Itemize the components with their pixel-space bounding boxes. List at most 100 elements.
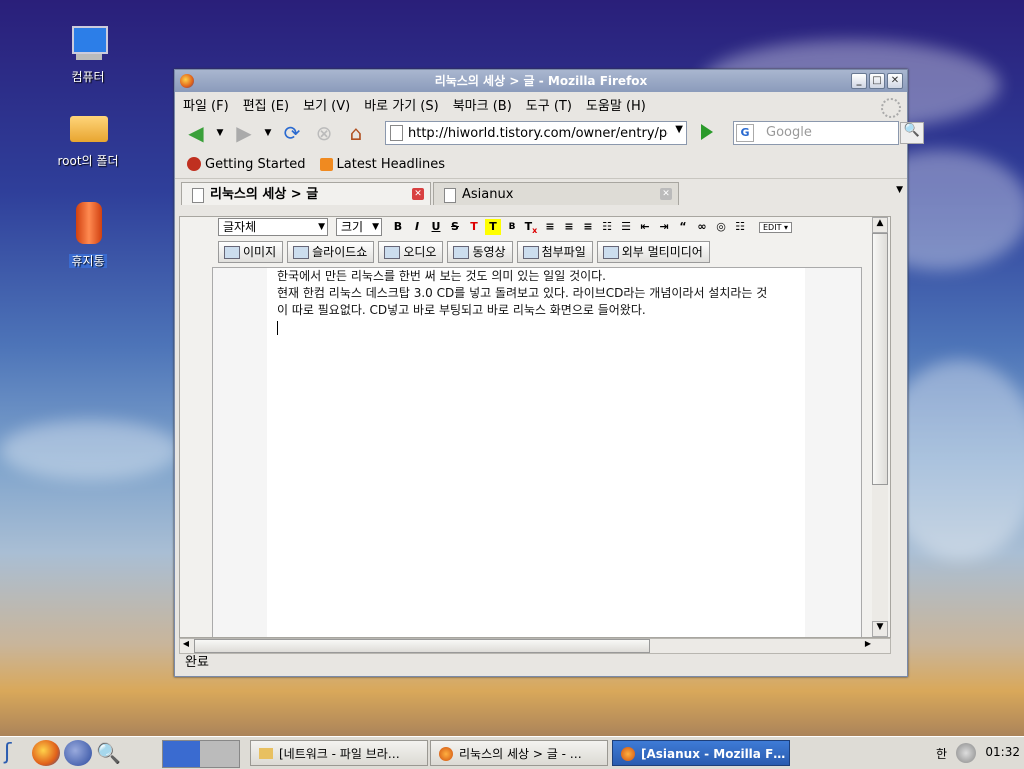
bookmark-latest-headlines[interactable]: Latest Headlines [319,156,446,172]
menu-view[interactable]: 보기 (V) [303,95,350,114]
underline-icon[interactable]: U [428,219,444,235]
tab-list-dropdown-icon[interactable]: ▼ [896,185,903,195]
url-dropdown-icon[interactable]: ▼ [675,124,683,135]
italic-icon[interactable]: I [409,219,425,235]
tab-label: 리눅스의 세상 > 글 [210,187,319,202]
workspace-switcher[interactable] [162,740,240,768]
align-right-icon[interactable]: ≡ [580,219,596,235]
highlight-color-icon[interactable]: T [485,219,501,235]
task-asianux[interactable]: [Asianux - Mozilla F… [612,740,790,766]
search-input[interactable]: G Google 🔍 [733,121,924,145]
ime-indicator[interactable]: 한 [936,745,947,762]
link-icon[interactable]: ∞ [694,219,710,235]
task-linux-world[interactable]: 리눅스의 세상 > 글 - … [430,740,608,766]
menu-edit[interactable]: 편집 (E) [243,95,289,114]
indent-icon[interactable]: ⇥ [656,219,672,235]
navigation-toolbar: ◀ ▼ ▶ ▼ ⟳ ⊗ ⌂ http://hiworld.tistory.com… [175,116,924,150]
volume-icon[interactable] [956,743,976,763]
align-left-icon[interactable]: ≡ [542,219,558,235]
vertical-scrollbar[interactable]: ▲ ▼ [872,217,888,637]
editor-line: 현재 한컴 리눅스 데스크탑 3.0 CD를 넣고 돌려보고 있다. 라이브CD… [277,286,768,300]
horizontal-scrollbar[interactable]: ◀ ▶ [179,638,891,654]
insert-video-button[interactable]: 동영상 [447,241,513,263]
button-label: 이미지 [243,245,277,259]
back-arrow-icon[interactable]: ◀ [183,120,209,146]
button-label: 오디오 [403,245,437,259]
forward-dropdown-icon[interactable]: ▼ [263,120,273,146]
home-icon[interactable]: ⌂ [343,120,369,146]
h-scroll-thumb[interactable] [194,639,650,653]
insert-audio-button[interactable]: 오디오 [378,241,444,263]
scroll-thumb[interactable] [872,233,888,485]
close-tab-icon[interactable]: ✕ [660,188,672,200]
font-size-select[interactable]: 크기 ▼ [336,218,382,236]
tab-linux-world[interactable]: 리눅스의 세상 > 글 ✕ [181,182,431,205]
window-titlebar[interactable]: 리눅스의 세상 > 글 - Mozilla Firefox _ □ ✕ [175,70,907,92]
scroll-right-arrow-icon[interactable]: ▶ [862,639,874,653]
clock[interactable]: 01:32 [985,745,1020,759]
menu-go[interactable]: 바로 가기 (S) [364,95,439,114]
image-icon [224,246,240,259]
insert-attachment-button[interactable]: 첨부파일 [516,241,593,263]
url-bar[interactable]: http://hiworld.tistory.com/owner/entry/p… [385,121,687,145]
go-arrow-icon[interactable] [701,124,713,140]
firefox-logo-icon [180,74,194,88]
computer-icon [66,24,110,64]
maximize-button[interactable]: □ [869,73,885,89]
bg-text-icon[interactable]: B [504,219,520,235]
taskbar: ʃ 🔍 [네트워크 - 파일 브라… 리눅스의 세상 > 글 - … [Asia… [0,736,1024,769]
strikethrough-icon[interactable]: S [447,219,463,235]
editor-area[interactable]: 한국에서 만든 리눅스를 한번 써 보는 것도 의미 있는 일일 것이다. 현재… [212,267,862,637]
tab-asianux[interactable]: Asianux ✕ [433,182,679,205]
insert-image-button[interactable]: 이미지 [218,241,284,263]
menu-file[interactable]: 파일 (F) [183,95,229,114]
text-color-icon[interactable]: T [466,219,482,235]
font-family-select[interactable]: 글자체 ▼ [218,218,328,236]
clear-format-icon[interactable]: Tx [523,219,539,235]
menu-bookmarks[interactable]: 북마크 (B) [453,95,512,114]
start-menu-icon[interactable]: ʃ [4,739,30,767]
search-icon[interactable]: 🔍 [900,122,924,144]
scroll-left-arrow-icon[interactable]: ◀ [180,639,192,653]
desktop-icon-computer[interactable]: 컴퓨터 [48,24,128,85]
editor-line: 이 따로 필요없다. CD넣고 바로 부팅되고 바로 리눅스 화면으로 들어왔다… [277,303,646,317]
scroll-up-arrow-icon[interactable]: ▲ [872,217,888,233]
scroll-down-arrow-icon[interactable]: ▼ [872,621,888,637]
search-launcher-icon[interactable]: 🔍 [96,740,124,766]
forward-arrow-icon[interactable]: ▶ [231,120,257,146]
task-network-file-browser[interactable]: [네트워크 - 파일 브라… [250,740,428,766]
desktop-icon-root-folder[interactable]: root의 폴더 [48,108,128,169]
text-caret [277,321,278,335]
back-dropdown-icon[interactable]: ▼ [215,120,225,146]
bookmark-label: Latest Headlines [336,156,446,172]
editor-page[interactable]: 한국에서 만든 리눅스를 한번 써 보는 것도 의미 있는 일일 것이다. 현재… [267,268,805,637]
outdent-icon[interactable]: ⇤ [637,219,653,235]
thunderbird-launcher-icon[interactable] [64,740,92,766]
minimize-button[interactable]: _ [851,73,867,89]
insert-slideshow-button[interactable]: 슬라이드쇼 [287,241,375,263]
quote-icon[interactable]: “ [675,219,691,235]
reload-icon[interactable]: ⟳ [279,120,305,146]
menu-help[interactable]: 도움말 (H) [586,95,646,114]
desktop-icon-trash[interactable]: 휴지통 [48,200,128,269]
align-center-icon[interactable]: ≡ [561,219,577,235]
bookmark-getting-started[interactable]: Getting Started [187,157,306,172]
status-bar: 완료 [179,653,907,673]
stop-icon[interactable]: ⊗ [311,120,337,146]
firefox-launcher-icon[interactable] [32,740,60,766]
workspace-1[interactable] [163,741,200,767]
emoticon-icon[interactable]: ◎ [713,219,729,235]
menu-tools[interactable]: 도구 (T) [526,95,572,114]
page-icon [192,188,204,203]
close-window-button[interactable]: ✕ [887,73,903,89]
firefox-getting-started-icon [187,157,201,171]
more-icon[interactable]: ☷ [732,219,748,235]
audio-icon [384,246,401,259]
numbered-list-icon[interactable]: ☰ [618,219,634,235]
bold-icon[interactable]: B [390,219,406,235]
insert-external-media-button[interactable]: 외부 멀티미디어 [596,241,710,263]
google-engine-icon[interactable]: G [736,124,754,142]
edit-mode-select[interactable]: EDIT ▾ [759,221,793,233]
bullet-list-icon[interactable]: ☷ [599,219,615,235]
close-tab-icon[interactable]: ✕ [412,188,424,200]
